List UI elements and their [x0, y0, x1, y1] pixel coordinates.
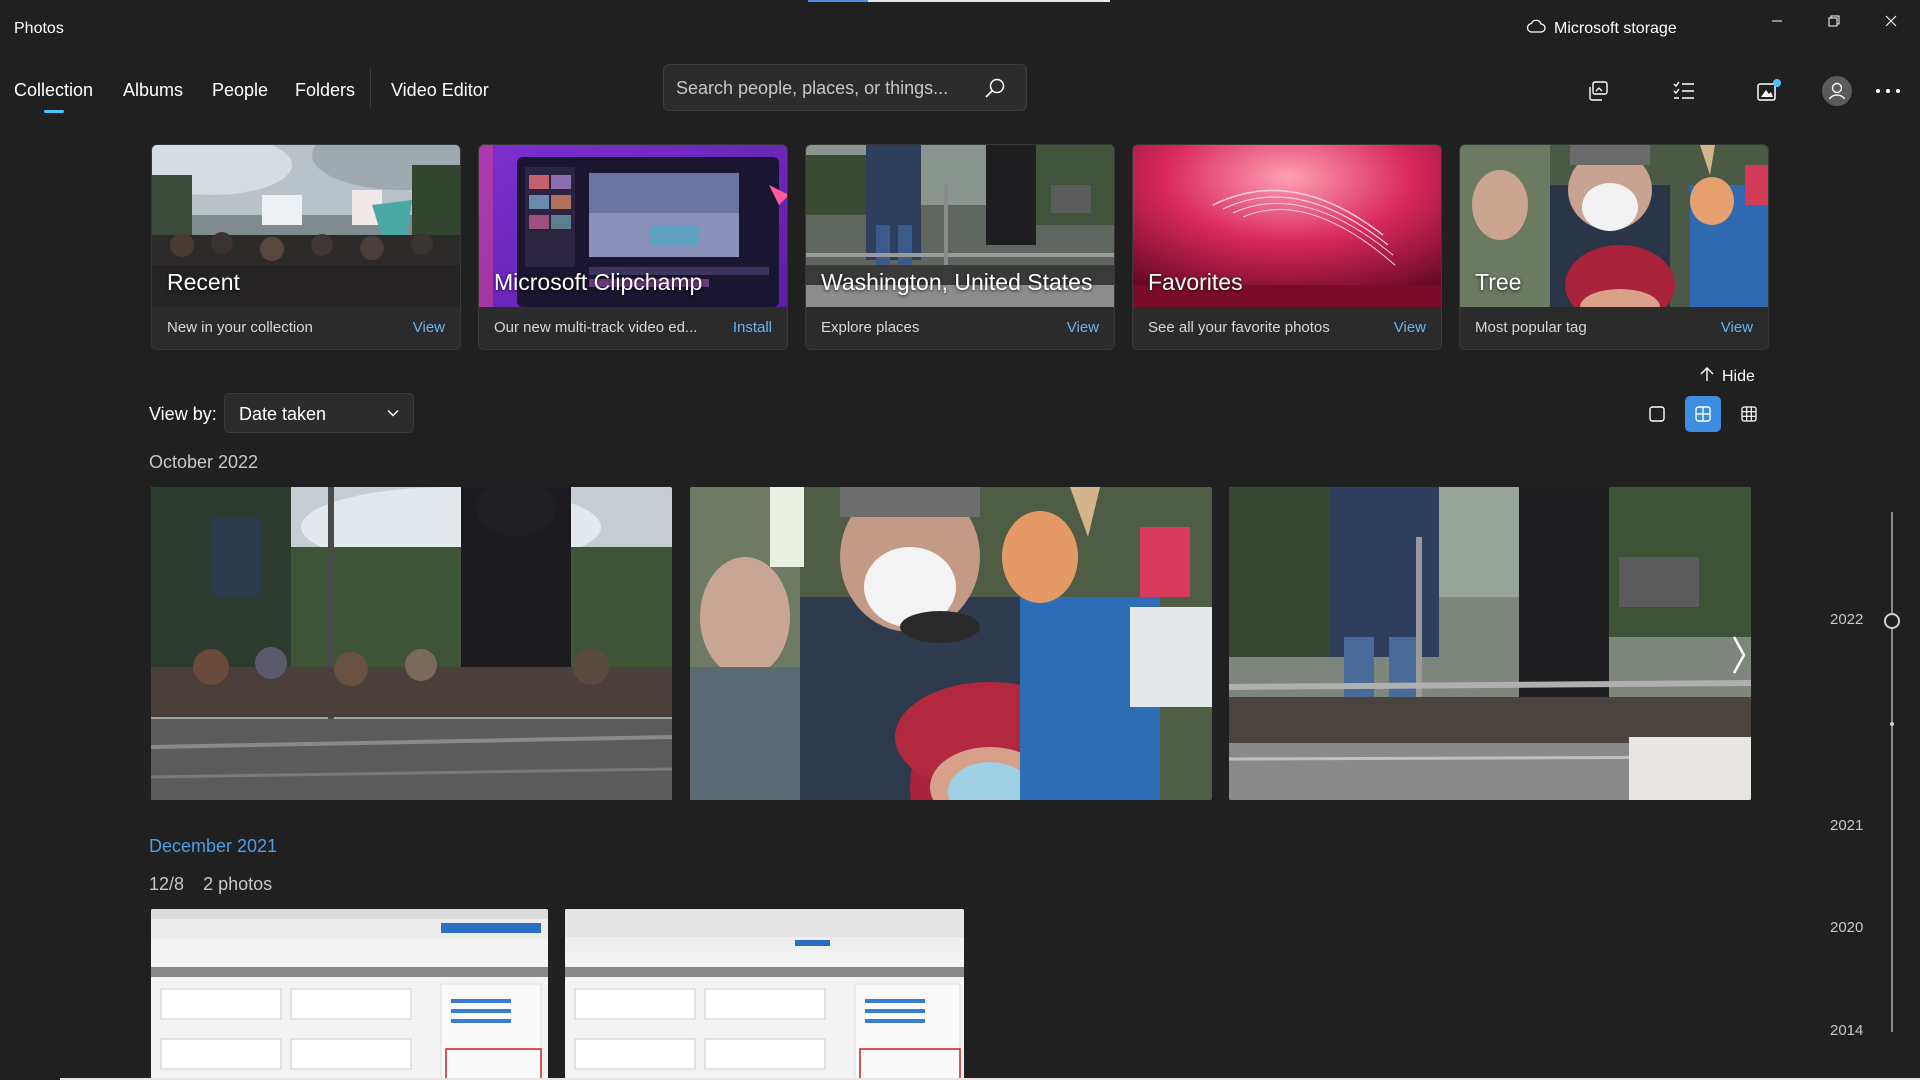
title-bar: Photos Microsoft storage: [0, 0, 1920, 58]
day-label: 12/8: [149, 874, 185, 894]
tab-folders[interactable]: Folders: [295, 80, 355, 101]
view-by-value: Date taken: [239, 404, 327, 424]
single-view-icon[interactable]: [1639, 396, 1675, 432]
timeline-tick: [1890, 722, 1894, 726]
timeline-year[interactable]: 2014: [1830, 1022, 1863, 1039]
timeline-year[interactable]: 2020: [1830, 919, 1863, 936]
card-subtitle: Explore places: [821, 319, 920, 336]
card-title: Recent: [167, 269, 240, 295]
view-link[interactable]: View: [1721, 319, 1753, 336]
card-subtitle: Most popular tag: [1475, 319, 1587, 336]
photo-tile[interactable]: [151, 487, 672, 800]
arrow-up-icon: [1700, 366, 1714, 387]
card-title: Tree: [1475, 269, 1522, 295]
view-link[interactable]: View: [1394, 319, 1426, 336]
view-by-dropdown[interactable]: Date taken: [224, 393, 414, 433]
loading-progress-bar: [808, 0, 1110, 2]
timeline-year[interactable]: 2021: [1830, 817, 1863, 834]
notifications-icon[interactable]: [1754, 78, 1784, 104]
view-link[interactable]: View: [1067, 319, 1099, 336]
photo-tile[interactable]: [690, 487, 1212, 800]
app-title: Photos: [14, 20, 64, 37]
card-title: Microsoft Clipchamp: [494, 269, 703, 295]
medium-grid-icon[interactable]: [1685, 396, 1721, 432]
card-favorites[interactable]: Favorites See all your favorite photos V…: [1132, 144, 1442, 350]
tab-label: Albums: [123, 80, 184, 100]
month-heading-link[interactable]: December 2021: [149, 836, 277, 857]
import-icon[interactable]: [1583, 78, 1613, 104]
timeline-year[interactable]: 2022: [1830, 611, 1863, 628]
card-title: Washington, United States: [821, 269, 1093, 295]
hide-label: Hide: [1722, 367, 1755, 385]
cloud-icon: [1526, 19, 1546, 38]
close-icon[interactable]: [1871, 8, 1911, 34]
tab-label: Collection: [14, 80, 94, 100]
photo-count: 2 photos: [203, 874, 273, 894]
card-tree[interactable]: Tree Most popular tag View: [1459, 144, 1769, 350]
storage-label: Microsoft storage: [1554, 19, 1677, 37]
month-heading: October 2022: [149, 452, 259, 472]
photo-tile[interactable]: [1229, 487, 1751, 800]
active-tab-indicator: [44, 110, 64, 113]
small-grid-icon[interactable]: [1731, 396, 1767, 432]
card-subtitle: New in your collection: [167, 319, 313, 336]
tab-label: People: [212, 80, 269, 100]
account-icon[interactable]: [1820, 74, 1854, 108]
tab-video-editor[interactable]: Video Editor: [391, 80, 489, 101]
card-washington[interactable]: Washington, United States Explore places…: [805, 144, 1115, 350]
restore-icon[interactable]: [1814, 8, 1854, 34]
view-link[interactable]: View: [413, 319, 445, 336]
card-title: Favorites: [1148, 269, 1243, 295]
tab-label: Folders: [295, 80, 356, 100]
chevron-down-icon: [387, 406, 399, 424]
photo-tile[interactable]: [565, 909, 964, 1080]
day-heading: 12/8 2 photos: [149, 874, 272, 895]
install-link[interactable]: Install: [733, 319, 772, 336]
main-toolbar: Collection Albums People Folders Video E…: [0, 58, 1920, 120]
tab-albums[interactable]: Albums: [123, 80, 183, 101]
tab-collection[interactable]: Collection: [14, 80, 94, 113]
view-by-label: View by:: [149, 404, 217, 424]
photo-tile[interactable]: [151, 909, 548, 1080]
hide-button[interactable]: Hide: [1700, 366, 1755, 387]
card-subtitle: Our new multi-track video ed...: [494, 319, 698, 336]
more-icon[interactable]: [1873, 78, 1903, 104]
tab-people[interactable]: People: [212, 80, 268, 101]
timeline-thumb[interactable]: [1884, 613, 1900, 629]
card-subtitle: See all your favorite photos: [1148, 319, 1330, 336]
timeline-track[interactable]: [1891, 512, 1893, 1032]
search-icon[interactable]: [984, 77, 1006, 104]
minimize-icon[interactable]: [1757, 8, 1797, 34]
nav-divider: [370, 68, 371, 108]
card-clipchamp[interactable]: Microsoft Clipchamp Our new multi-track …: [478, 144, 788, 350]
search-input[interactable]: [676, 73, 976, 103]
microsoft-storage-button[interactable]: Microsoft storage: [1526, 19, 1677, 38]
search-box: [663, 64, 1027, 111]
card-recent[interactable]: Recent New in your collection View: [151, 144, 461, 350]
select-checklist-icon[interactable]: [1669, 78, 1699, 104]
tab-label: Video Editor: [391, 80, 489, 100]
collection-content: Recent New in your collection View Micro…: [0, 120, 1920, 1080]
